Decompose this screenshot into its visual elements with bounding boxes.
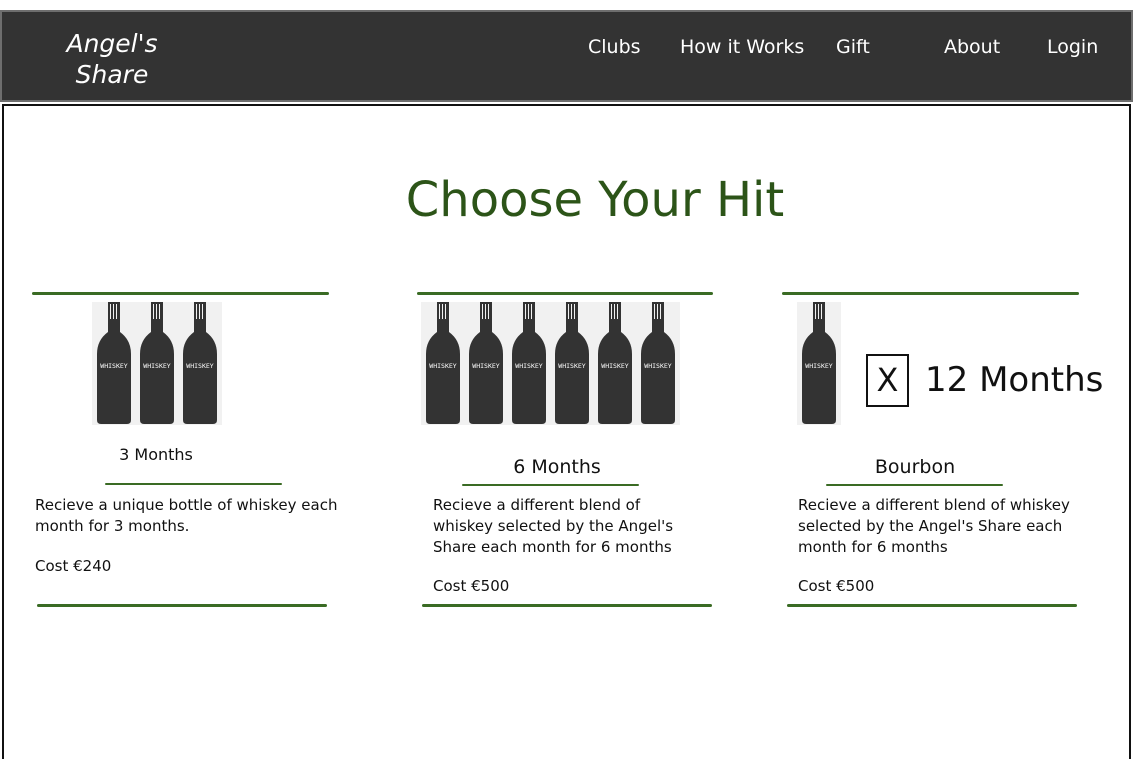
card-top-divider xyxy=(417,292,713,295)
card-title-underline xyxy=(105,483,282,485)
card-title[interactable]: 3 Months xyxy=(98,445,214,464)
whiskey-bottle-icon: WHISKEY xyxy=(424,302,462,425)
bottle-label: WHISKEY xyxy=(429,362,456,370)
bottle-image-group: WHISKEY WHISKEY WHISKEY WHISKEY WHISKEY WHISK… xyxy=(421,302,680,425)
whiskey-bottle-icon: WHISKEY xyxy=(138,302,176,425)
card-title[interactable]: Bourbon xyxy=(845,456,985,478)
card-top-divider xyxy=(32,292,329,295)
card-top-divider xyxy=(782,292,1079,295)
whiskey-bottle-icon: WHISKEY xyxy=(467,302,505,425)
card-description: Recieve a different blend of whiskey sel… xyxy=(433,496,674,556)
card-cost: Cost €500 xyxy=(798,577,875,595)
whiskey-bottle-icon: WHISKEY xyxy=(596,302,634,425)
whiskey-bottle-icon: WHISKEY xyxy=(510,302,548,425)
bottle-label: WHISKEY xyxy=(515,362,542,370)
page-title: Choose Your Hit xyxy=(405,172,785,228)
bottle-label: WHISKEY xyxy=(805,362,832,370)
nav-login[interactable]: Login xyxy=(1047,36,1098,58)
whiskey-bottle-icon: WHISKEY xyxy=(639,302,677,425)
card-description: Recieve a different blend of whiskey sel… xyxy=(798,496,1070,556)
bottle-label: WHISKEY xyxy=(472,362,499,370)
card-bottom-divider xyxy=(422,604,712,607)
bottle-label: WHISKEY xyxy=(100,362,127,370)
whiskey-bottle-icon: WHISKEY xyxy=(95,302,133,425)
site-logo[interactable]: Angel's Share xyxy=(52,28,172,90)
nav-clubs[interactable]: Clubs xyxy=(588,36,641,58)
top-navbar: Angel's Share Clubs How it Works Gift Ab… xyxy=(0,10,1133,102)
twelve-months-checkbox[interactable]: X xyxy=(866,354,909,407)
card-description: Recieve a unique bottle of whiskey each … xyxy=(35,496,338,535)
whiskey-bottle-icon: WHISKEY xyxy=(800,302,838,425)
bottle-image-group: WHISKEY WHISKEY WHISKEY xyxy=(92,302,222,425)
bottle-label: WHISKEY xyxy=(644,362,671,370)
card-title-underline xyxy=(462,484,639,486)
nav-how-it-works[interactable]: How it Works xyxy=(680,36,804,58)
bottle-label: WHISKEY xyxy=(143,362,170,370)
card-cost: Cost €240 xyxy=(35,557,112,575)
card-bottom-divider xyxy=(37,604,327,607)
nav-about[interactable]: About xyxy=(944,36,1000,58)
card-cost: Cost €500 xyxy=(433,577,510,595)
bottle-label: WHISKEY xyxy=(186,362,213,370)
whiskey-bottle-icon: WHISKEY xyxy=(181,302,219,425)
nav-gift[interactable]: Gift xyxy=(836,36,870,58)
card-bottom-divider xyxy=(787,604,1077,607)
bottle-image-group: WHISKEY xyxy=(797,302,841,425)
twelve-months-label[interactable]: 12 Months xyxy=(925,360,1103,400)
whiskey-bottle-icon: WHISKEY xyxy=(553,302,591,425)
bottle-label: WHISKEY xyxy=(601,362,628,370)
bottle-label: WHISKEY xyxy=(558,362,585,370)
card-title[interactable]: 6 Months xyxy=(484,456,630,478)
card-title-underline xyxy=(826,484,1003,486)
